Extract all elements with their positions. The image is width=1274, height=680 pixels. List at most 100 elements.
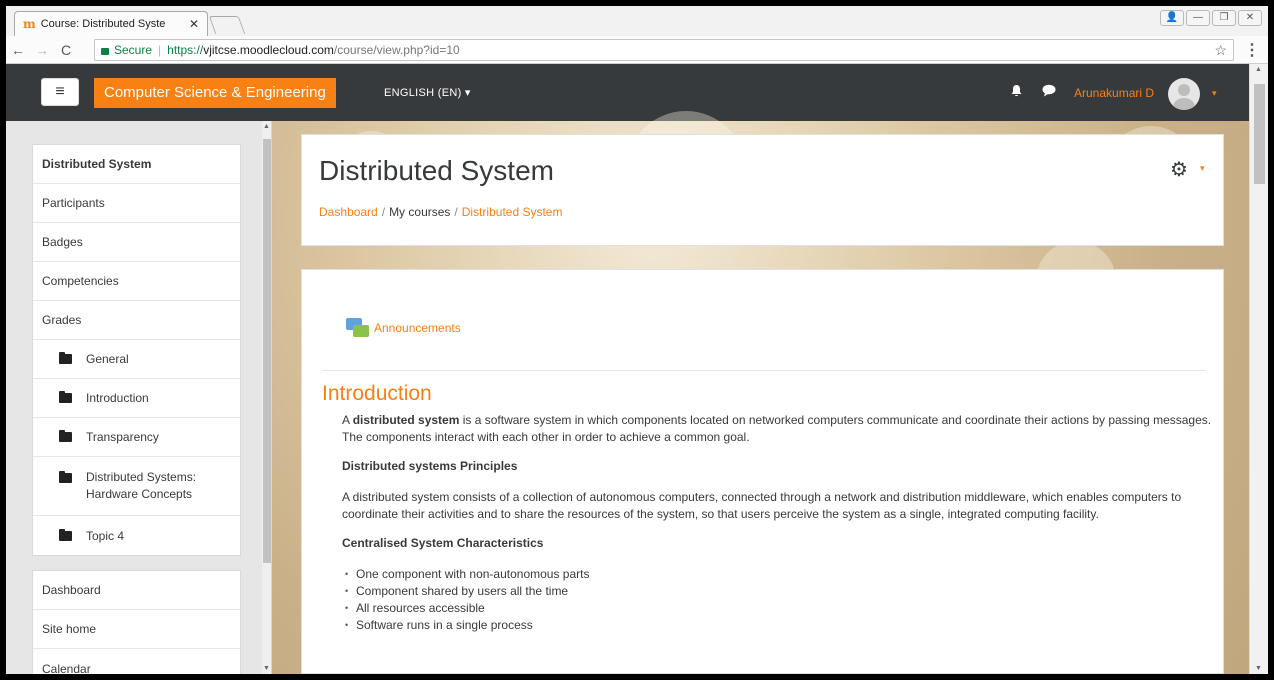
gear-icon[interactable]: ⚙ [1170, 157, 1188, 182]
notification-bell-icon[interactable] [1010, 84, 1023, 101]
list-item: All resources accessible [342, 600, 1217, 617]
drawer-section-introduction[interactable]: Introduction [33, 379, 240, 418]
list-item: One component with non-autonomous parts [342, 566, 1217, 583]
section-summary: A distributed system is a software syste… [342, 412, 1217, 634]
site-name-link[interactable]: Computer Science & Engineering [94, 78, 336, 108]
drawer-item-site-home[interactable]: Site home [33, 610, 240, 649]
moodle-favicon-icon: m [23, 17, 36, 31]
drawer-scroll-thumb[interactable] [263, 139, 271, 563]
browser-tab[interactable]: m Course: Distributed Syste ✕ [14, 11, 208, 36]
page-header-card: Distributed System Dashboard / My courses /… [301, 134, 1224, 246]
window-controls: 👤 — ❐ ✕ [1160, 10, 1262, 26]
page-title: Distributed System [319, 155, 554, 186]
section-label: General [86, 352, 129, 366]
scroll-down-icon[interactable]: ▼ [263, 665, 270, 672]
section-label: Distributed Systems: Hardware Concepts [86, 470, 197, 501]
list-item: Software runs in a single process [342, 617, 1217, 634]
browser-menu-icon[interactable]: ⋮ [1244, 40, 1260, 60]
minimize-button[interactable]: — [1186, 10, 1210, 26]
restore-button[interactable]: ❐ [1212, 10, 1236, 26]
user-menu-caret-icon[interactable]: ▾ [1212, 88, 1217, 99]
forum-bubble-green [353, 325, 369, 337]
drawer-scrollbar[interactable]: ▲ ▼ [262, 121, 271, 674]
drawer-item-competencies[interactable]: Competencies [33, 262, 240, 301]
scroll-up-icon[interactable]: ▲ [263, 123, 270, 130]
address-bar: ← → C Secure | https:// vjitcse.moodlecl… [6, 36, 1268, 64]
scroll-up-icon[interactable]: ▲ [1255, 66, 1262, 73]
breadcrumb-separator: / [381, 205, 386, 219]
intro-rest: is a software system in which components… [342, 413, 1212, 444]
browser-window: m Course: Distributed Syste ✕ 👤 — ❐ ✕ ← … [6, 6, 1268, 674]
tab-close-icon[interactable]: ✕ [189, 17, 199, 31]
section-title[interactable]: Introduction [322, 382, 432, 406]
intro-prefix: A [342, 413, 353, 427]
drawer-section-general[interactable]: General [33, 340, 240, 379]
centralised-heading: Centralised System Characteristics [342, 536, 544, 550]
drawer-item-course[interactable]: Distributed System [33, 145, 240, 184]
breadcrumb-my-courses: My courses [389, 205, 451, 219]
drawer-item-grades[interactable]: Grades [33, 301, 240, 340]
section-label: Introduction [86, 391, 149, 405]
section-label: Topic 4 [86, 528, 125, 543]
breadcrumb-separator: / [454, 205, 458, 219]
nav-drawer: Distributed System Participants Badges C… [6, 121, 272, 674]
folder-icon [59, 430, 72, 442]
course-nav-card: Distributed System Participants Badges C… [32, 144, 241, 556]
lock-icon [101, 47, 109, 55]
url-input[interactable]: Secure | https:// vjitcse.moodlecloud.co… [94, 39, 1234, 61]
folder-icon [59, 352, 72, 364]
tab-strip: m Course: Distributed Syste ✕ 👤 — ❐ ✕ [6, 6, 1268, 36]
folder-icon [59, 391, 72, 403]
user-name[interactable]: Arunakumari D [1074, 86, 1154, 100]
drawer-item-dashboard[interactable]: Dashboard [33, 571, 240, 610]
avatar[interactable] [1168, 78, 1200, 110]
top-navbar: ≡ Computer Science & Engineering ENGLISH… [6, 64, 1249, 121]
folder-icon [59, 528, 72, 541]
secure-label: Secure [114, 43, 153, 57]
principles-paragraph: A distributed system consists of a colle… [342, 490, 1182, 521]
avatar-body [1173, 98, 1195, 110]
new-tab-button[interactable] [208, 16, 246, 34]
chevron-down-icon[interactable]: ▾ [1200, 163, 1205, 174]
url-path: /course/view.php?id=10 [333, 43, 460, 57]
tab-title: Course: Distributed Syste [40, 18, 166, 30]
announcements-label: Announcements [374, 321, 461, 335]
page-scrollbar[interactable]: ▲ ▼ [1249, 64, 1268, 674]
drawer-item-participants[interactable]: Participants [33, 184, 240, 223]
profile-icon[interactable]: 👤 [1160, 10, 1184, 26]
forum-icon [346, 318, 370, 338]
breadcrumb: Dashboard / My courses / Distributed System [319, 205, 562, 219]
drawer-section-topic-4[interactable]: Topic 4 [33, 516, 240, 555]
characteristics-list: One component with non-autonomous parts … [342, 566, 1217, 634]
page-scroll-thumb[interactable] [1254, 84, 1265, 184]
url-scheme: https:// [167, 43, 204, 57]
url-separator: | [158, 43, 162, 57]
principles-heading: Distributed systems Principles [342, 459, 518, 473]
drawer-section-hardware-concepts[interactable]: Distributed Systems: Hardware Concepts [33, 457, 240, 516]
reload-icon[interactable]: C [54, 42, 78, 58]
drawer-item-badges[interactable]: Badges [33, 223, 240, 262]
intro-bold-term: distributed system [352, 413, 460, 427]
bookmark-star-icon[interactable]: ☆ [1214, 42, 1227, 59]
section-label: Transparency [86, 430, 159, 444]
section-divider [322, 370, 1206, 371]
breadcrumb-dashboard[interactable]: Dashboard [319, 205, 378, 219]
site-nav-card: Dashboard Site home Calendar [32, 570, 241, 674]
course-content-card: Announcements Introduction A distributed… [301, 269, 1224, 674]
folder-icon [59, 471, 72, 483]
intro-paragraph: A distributed system is a software syste… [342, 412, 1217, 446]
drawer-toggle-button[interactable]: ≡ [41, 78, 79, 106]
forward-icon[interactable]: → [30, 42, 54, 58]
messages-chat-icon[interactable] [1042, 84, 1056, 100]
close-window-button[interactable]: ✕ [1238, 10, 1262, 26]
drawer-item-calendar[interactable]: Calendar [33, 649, 240, 675]
url-host: vjitcse.moodlecloud.com [203, 43, 334, 57]
list-item: Component shared by users all the time [342, 583, 1217, 600]
drawer-section-transparency[interactable]: Transparency [33, 418, 240, 457]
avatar-head [1178, 84, 1190, 96]
breadcrumb-course[interactable]: Distributed System [462, 205, 563, 219]
scroll-down-icon[interactable]: ▼ [1255, 665, 1262, 672]
language-menu[interactable]: ENGLISH (EN) ▾ [384, 86, 471, 99]
back-icon[interactable]: ← [6, 42, 30, 58]
announcements-link[interactable]: Announcements [346, 318, 461, 338]
